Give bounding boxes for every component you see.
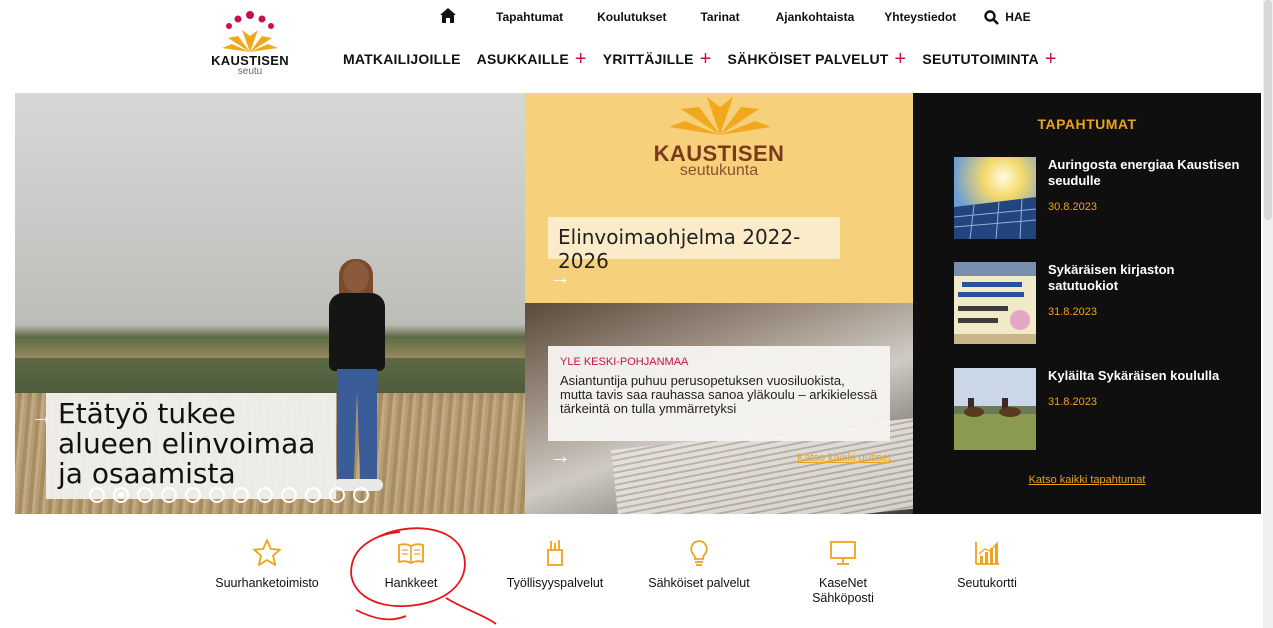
site-logo[interactable]: KAUSTISEN seutu (210, 8, 290, 86)
hero-slider[interactable]: Etätyö tukee alueen elinvoimaa ja osaami… (15, 93, 525, 514)
quicklink-label: Työllisyyspalvelut (506, 576, 604, 590)
quicklink-suurhanketoimisto[interactable]: Suurhanketoimisto (195, 538, 339, 606)
sun-logo-icon (222, 11, 278, 52)
events-panel: TAPAHTUMAT Auringosta energiaa Kaustisen… (913, 93, 1261, 514)
hero-caption[interactable]: Etätyö tukee alueen elinvoimaa ja osaami… (46, 393, 336, 499)
plus-icon[interactable]: + (1045, 49, 1057, 69)
search-icon (984, 9, 1000, 25)
quicklink-kasenet[interactable]: KaseNet Sähköposti (771, 538, 915, 606)
news-text: Asiantuntija puhuu perusopetuksen vuosil… (560, 373, 878, 416)
quicklink-label: Suurhanketoimisto (215, 576, 319, 590)
slider-dot[interactable] (257, 487, 273, 503)
quicklink-sahkoiset-palvelut[interactable]: Sähköiset palvelut (627, 538, 771, 606)
hero-title: Etätyö tukee alueen elinvoimaa ja osaami… (58, 397, 316, 490)
annotation-circle (350, 527, 497, 625)
slider-dots (89, 487, 369, 503)
brand-subtitle: seutukunta (679, 162, 759, 179)
event-item[interactable]: Kyläilta Sykäräisen koululla 31.8.2023 (954, 368, 1248, 450)
horse-riders-image (954, 368, 1036, 450)
nav-label: MATKAILIJOILLE (343, 51, 461, 67)
arrow-right-icon[interactable]: → (549, 264, 571, 290)
event-item[interactable]: Sykäräisen kirjaston satutuokiot 31.8.20… (954, 262, 1248, 344)
quicklink-label: KaseNet Sähköposti (812, 576, 874, 605)
plus-icon[interactable]: + (700, 49, 712, 69)
all-news-link[interactable]: Katso kaikki uutiset (797, 452, 891, 464)
quicklink-label: Sähköiset palvelut (648, 576, 750, 590)
nav-label: SÄHKÖISET PALVELUT (727, 51, 889, 67)
news-box[interactable]: YLE KESKI-POHJANMAA Asiantuntija puhuu p… (548, 346, 890, 441)
home-icon[interactable] (440, 8, 460, 26)
nav-label: YRITTÄJILLE (602, 51, 694, 67)
event-date: 30.8.2023 (1048, 201, 1097, 213)
slider-dot[interactable] (353, 487, 369, 503)
nav-sahkoiset-palvelut[interactable]: SÄHKÖISET PALVELUT + (727, 49, 907, 69)
sun-logo-icon (669, 97, 771, 135)
slider-dot[interactable] (233, 487, 249, 503)
slider-dot[interactable] (89, 487, 105, 503)
top-navigation: Tapahtumat Koulutukset Tarinat Ajankohta… (440, 8, 1031, 26)
main-navigation: MATKAILIJOILLE ASUKKAILLE + YRITTÄJILLE + … (343, 49, 1057, 69)
quick-links: Suurhanketoimisto Hankkeet Työllisyyspal… (195, 538, 1059, 606)
nav-label: ASUKKAILLE (476, 51, 569, 67)
arrow-right-icon[interactable]: → (549, 443, 571, 469)
arrow-right-icon[interactable]: → (31, 403, 53, 429)
plus-icon[interactable]: + (895, 49, 907, 69)
scrollbar-thumb[interactable] (1264, 0, 1272, 220)
slider-dot[interactable] (209, 487, 225, 503)
all-events-link[interactable]: Katso kaikki tapahtumat (913, 474, 1261, 486)
plus-icon[interactable]: + (575, 49, 587, 69)
star-icon (253, 539, 281, 566)
topnav-tapahtumat[interactable]: Tapahtumat (496, 10, 563, 24)
news-source: YLE KESKI-POHJANMAA (560, 356, 689, 368)
slider-dot[interactable] (281, 487, 297, 503)
slider-dot[interactable] (161, 487, 177, 503)
news-card[interactable]: YLE KESKI-POHJANMAA Asiantuntija puhuu p… (525, 303, 913, 514)
slider-dot[interactable] (329, 487, 345, 503)
poster-image (954, 262, 1036, 344)
monitor-icon (830, 541, 856, 565)
event-title: Kyläilta Sykäräisen koululla (1048, 368, 1220, 383)
nav-yrittajille[interactable]: YRITTÄJILLE + (602, 49, 712, 69)
slider-dot[interactable] (113, 487, 129, 503)
lightbulb-icon (690, 540, 708, 566)
event-title: Auringosta energiaa Kaustisen seudulle (1048, 157, 1240, 188)
search-button[interactable]: HAE (984, 9, 1031, 25)
search-label: HAE (1005, 10, 1031, 24)
topnav-tarinat[interactable]: Tarinat (700, 10, 739, 24)
events-title: TAPAHTUMAT (1037, 116, 1137, 132)
quicklink-seutukortti[interactable]: Seutukortti (915, 538, 1059, 606)
nav-label: SEUTUTOIMINTA (922, 51, 1039, 67)
program-card[interactable]: KAUSTISEN seutukunta Elinvoimaohjelma 20… (525, 93, 913, 303)
page-scrollbar[interactable] (1263, 0, 1273, 628)
solar-panel-image (954, 157, 1036, 239)
topnav-koulutukset[interactable]: Koulutukset (597, 10, 666, 24)
nav-asukkaille[interactable]: ASUKKAILLE + (476, 49, 587, 69)
slider-dot[interactable] (137, 487, 153, 503)
chart-icon (975, 541, 999, 565)
quicklink-label: Seutukortti (957, 576, 1017, 590)
topnav-yhteystiedot[interactable]: Yhteystiedot (884, 10, 956, 24)
event-date: 31.8.2023 (1048, 396, 1097, 408)
slider-dot[interactable] (185, 487, 201, 503)
event-title: Sykäräisen kirjaston satutuokiot (1048, 262, 1175, 293)
event-date: 31.8.2023 (1048, 306, 1097, 318)
program-title[interactable]: Elinvoimaohjelma 2022-2026 (548, 217, 840, 273)
topnav-ajankohtaista[interactable]: Ajankohtaista (776, 10, 855, 24)
event-item[interactable]: Auringosta energiaa Kaustisen seudulle 3… (954, 157, 1248, 239)
slider-dot[interactable] (305, 487, 321, 503)
nav-seututoiminta[interactable]: SEUTUTOIMINTA + (922, 49, 1057, 69)
pencil-cup-icon (547, 540, 563, 566)
nav-matkailijoille[interactable]: MATKAILIJOILLE (343, 51, 461, 67)
